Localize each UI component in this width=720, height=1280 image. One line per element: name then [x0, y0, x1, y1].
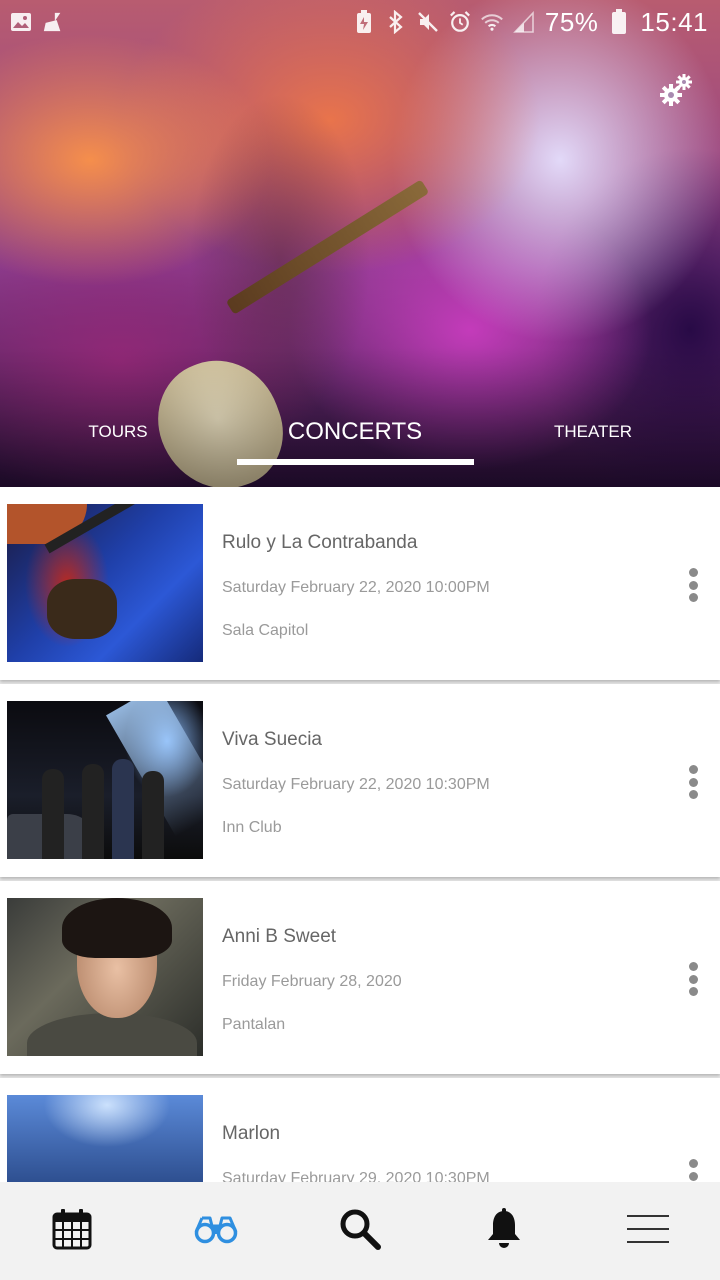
- event-thumbnail: [7, 701, 203, 859]
- more-options-button[interactable]: [678, 959, 708, 999]
- nav-notifications-button[interactable]: [454, 1196, 554, 1266]
- more-vert-icon: [688, 765, 698, 774]
- bottom-navigation: [0, 1182, 720, 1280]
- event-date: Friday February 28, 2020: [222, 973, 402, 990]
- bell-icon: [485, 1207, 523, 1255]
- more-vert-icon: [688, 568, 698, 577]
- calendar-icon: [52, 1208, 92, 1255]
- event-card[interactable]: Marlon Saturday February 29, 2020 10:30P…: [0, 1078, 720, 1182]
- event-title: Rulo y La Contrabanda: [222, 532, 418, 553]
- event-card[interactable]: Rulo y La Contrabanda Saturday February …: [0, 487, 720, 680]
- binoculars-icon: [194, 1214, 238, 1249]
- more-options-button[interactable]: [678, 762, 708, 802]
- event-venue: Sala Capitol: [222, 622, 309, 639]
- tab-theater[interactable]: THEATER: [533, 422, 653, 442]
- more-vert-icon: [688, 1159, 698, 1168]
- event-date: Saturday February 22, 2020 10:30PM: [222, 776, 490, 793]
- menu-icon: [626, 1213, 670, 1250]
- settings-button[interactable]: [656, 72, 696, 112]
- alarm-icon: [449, 11, 471, 33]
- tab-indicator: [237, 459, 474, 465]
- battery-icon: [608, 9, 630, 34]
- event-thumbnail: [7, 898, 203, 1056]
- tab-concerts[interactable]: CONCERTS: [236, 418, 474, 446]
- event-card[interactable]: Anni B Sweet Friday February 28, 2020 Pa…: [0, 881, 720, 1074]
- event-card[interactable]: Viva Suecia Saturday February 22, 2020 1…: [0, 684, 720, 877]
- tab-tours[interactable]: TOURS: [58, 422, 178, 442]
- event-thumbnail: [7, 504, 203, 662]
- bluetooth-icon: [385, 10, 407, 34]
- clock: 15:41: [640, 6, 708, 37]
- event-thumbnail: [7, 1095, 203, 1182]
- event-venue: Inn Club: [222, 819, 282, 836]
- more-vert-icon: [688, 962, 698, 971]
- status-left: [10, 11, 64, 33]
- cleaner-icon: [42, 11, 64, 33]
- event-venue: Pantalan: [222, 1016, 286, 1033]
- status-right: 75% 15:41: [353, 7, 708, 38]
- nav-menu-button[interactable]: [598, 1196, 698, 1266]
- nav-search-button[interactable]: [310, 1196, 410, 1266]
- event-list[interactable]: Rulo y La Contrabanda Saturday February …: [0, 487, 720, 1182]
- event-title: Anni B Sweet: [222, 926, 337, 947]
- mute-icon: [417, 11, 439, 33]
- event-date: Saturday February 22, 2020 10:00PM: [222, 579, 490, 596]
- more-options-button[interactable]: [678, 1156, 708, 1182]
- wifi-icon: [481, 11, 503, 33]
- category-tabs: TOURS CONCERTS THEATER: [0, 400, 720, 487]
- status-bar: 75% 15:41: [0, 0, 720, 44]
- search-icon: [338, 1207, 382, 1256]
- signal-icon: [513, 11, 535, 33]
- more-options-button[interactable]: [678, 565, 708, 605]
- battery-saver-icon: [353, 10, 375, 33]
- event-date: Saturday February 29, 2020 10:30PM: [222, 1170, 490, 1182]
- event-title: Marlon: [222, 1123, 281, 1144]
- gears-icon: [658, 72, 694, 113]
- battery-percent: 75%: [544, 6, 599, 37]
- image-icon: [10, 11, 32, 33]
- nav-discover-button[interactable]: [166, 1196, 266, 1266]
- nav-calendar-button[interactable]: [22, 1196, 122, 1266]
- event-title: Viva Suecia: [222, 729, 322, 750]
